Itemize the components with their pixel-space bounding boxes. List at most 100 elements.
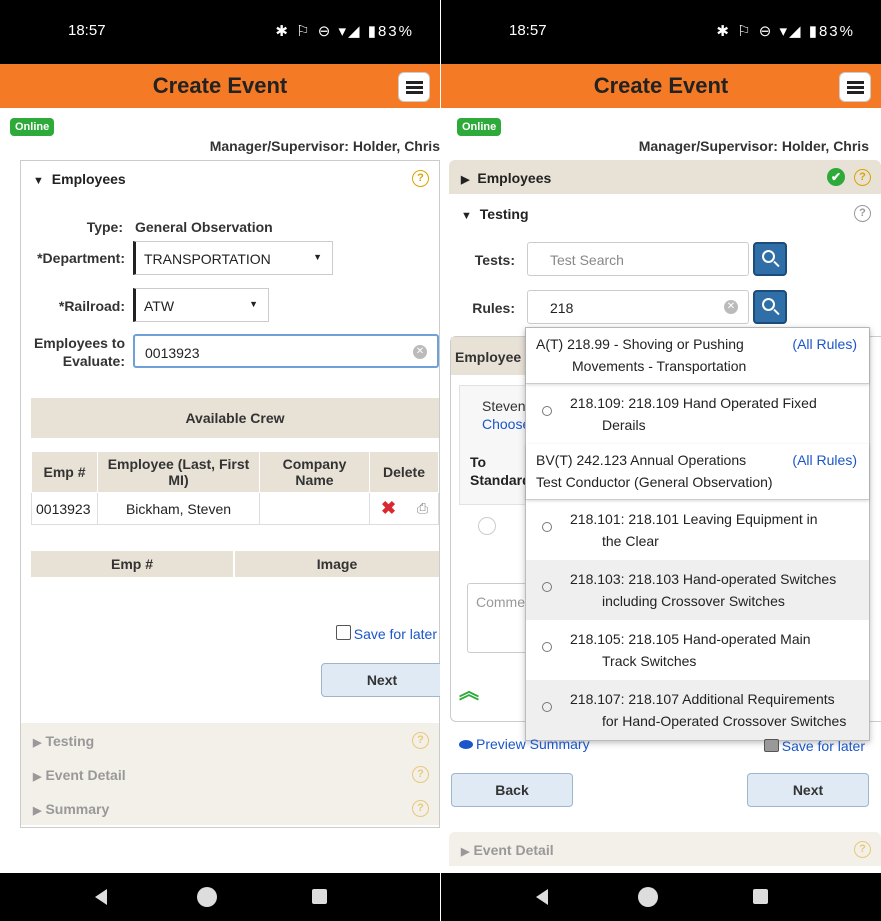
rule-subtitle: for Hand-Operated Crossover Switches xyxy=(602,713,847,729)
caret-down-icon: ▼ xyxy=(313,252,322,262)
department-select[interactable]: TRANSPORTATION ▼ xyxy=(133,241,333,275)
railroad-select[interactable]: ATW ▼ xyxy=(133,288,269,322)
tests-search-input[interactable]: Test Search xyxy=(527,242,749,276)
col-employee: Employee (Last, First MI) xyxy=(97,451,260,493)
section-title: Employees xyxy=(51,171,126,187)
employees-evaluate-input[interactable]: 0013923 ✕ xyxy=(133,334,439,368)
rules-dropdown: A(T) 218.99 - Shoving or Pushing (All Ru… xyxy=(525,327,870,741)
recents-nav-icon[interactable] xyxy=(753,889,768,904)
rule-group-header[interactable]: A(T) 218.99 - Shoving or Pushing (All Ru… xyxy=(526,328,869,384)
list-item[interactable]: 218.105: 218.105 Hand-operated Main Trac… xyxy=(526,620,869,680)
clear-icon[interactable]: ✕ xyxy=(413,345,427,359)
rule-subtitle: Track Switches xyxy=(602,653,697,669)
home-nav-icon[interactable] xyxy=(638,887,658,907)
employees-section-header[interactable]: ▼ Employees ? xyxy=(21,161,439,195)
rules-label: Rules: xyxy=(472,300,515,316)
eye-icon xyxy=(459,740,473,749)
status-icons: ✱ ⚐ ⊖ ▾◢ ▮83% xyxy=(275,23,414,40)
back-button[interactable]: Back xyxy=(451,773,573,807)
list-item[interactable]: 218.107: 218.107 Additional Requirements… xyxy=(526,680,869,740)
department-value: TRANSPORTATION xyxy=(144,251,271,267)
preview-summary-label: Preview Summary xyxy=(476,736,590,752)
collapsed-triangle-icon: ▶ xyxy=(33,737,42,749)
status-time: 18:57 xyxy=(509,22,547,39)
rule-title: 218.103: 218.103 Hand-operated Switches xyxy=(570,571,837,587)
section-title: Employees xyxy=(477,170,552,186)
left-screen: 18:57 ✱ ⚐ ⊖ ▾◢ ▮83% Create Event Online … xyxy=(0,0,440,921)
type-label: Type: xyxy=(86,219,123,235)
testing-section-header[interactable]: ▶ Testing ? xyxy=(21,723,439,757)
list-item[interactable]: 218.109: 218.109 Hand Operated Fixed Der… xyxy=(526,384,869,444)
collapsed-triangle-icon: ▶ xyxy=(461,174,470,186)
clear-icon[interactable]: ✕ xyxy=(724,300,738,314)
double-chevron-up-icon[interactable]: ︽ xyxy=(459,682,479,702)
all-rules-link[interactable]: (All Rules) xyxy=(792,336,857,352)
floppy-disk-icon xyxy=(335,625,351,640)
section-title: Event Detail xyxy=(473,842,554,858)
android-nav-bar xyxy=(441,873,881,921)
menu-icon[interactable] xyxy=(839,72,871,102)
help-icon[interactable]: ? xyxy=(412,800,429,817)
cell-company xyxy=(259,492,370,525)
rule-subtitle: Derails xyxy=(602,417,646,433)
tests-placeholder: Test Search xyxy=(550,252,624,268)
rule-group-subtitle: Movements - Transportation xyxy=(572,358,747,374)
back-nav-icon[interactable] xyxy=(536,889,548,905)
back-nav-icon[interactable] xyxy=(95,889,107,905)
help-icon[interactable]: ? xyxy=(412,170,429,187)
help-icon[interactable]: ? xyxy=(854,169,871,186)
cell-emp: 0013923 xyxy=(31,492,98,525)
summary-section-header[interactable]: ▶ Summary ? xyxy=(21,791,439,825)
collapsed-triangle-icon: ▶ xyxy=(33,771,42,783)
save-later-label: Save for later xyxy=(353,626,437,642)
department-label: *Department: xyxy=(37,250,125,266)
event-detail-section-header[interactable]: ▶ Event Detail ? xyxy=(449,832,881,866)
rule-group-title: A(T) 218.99 - Shoving or Pushing xyxy=(536,336,744,352)
help-icon[interactable]: ? xyxy=(854,205,871,222)
recents-nav-icon[interactable] xyxy=(312,889,327,904)
camera-icon[interactable]: ⎙ xyxy=(407,492,440,525)
status-icons: ✱ ⚐ ⊖ ▾◢ ▮83% xyxy=(716,23,855,40)
choose-link[interactable]: Choose xyxy=(482,416,530,432)
standard-label: Standard xyxy=(470,472,531,488)
testing-section-header[interactable]: ▼ Testing ? xyxy=(449,196,881,230)
online-badge: Online xyxy=(10,118,55,136)
collapsed-triangle-icon: ▶ xyxy=(461,846,470,858)
list-item[interactable]: 218.101: 218.101 Leaving Equipment in th… xyxy=(526,500,869,560)
event-detail-section-header[interactable]: ▶ Event Detail ? xyxy=(21,757,439,791)
help-icon[interactable]: ? xyxy=(412,766,429,783)
expanded-triangle-icon: ▼ xyxy=(33,175,44,187)
tests-search-button[interactable] xyxy=(753,242,787,276)
help-icon[interactable]: ? xyxy=(412,732,429,749)
home-nav-icon[interactable] xyxy=(197,887,217,907)
to-label: To xyxy=(470,454,487,470)
next-button[interactable]: Next xyxy=(747,773,869,807)
save-later-link[interactable]: Save for later xyxy=(335,625,437,644)
radio-icon xyxy=(542,642,552,652)
radio-icon xyxy=(542,702,552,712)
floppy-disk-icon xyxy=(763,739,779,752)
radio-icon xyxy=(542,582,552,592)
rule-group-header[interactable]: BV(T) 242.123 Annual Operations (All Rul… xyxy=(526,444,869,500)
employees-card: ▼ Employees ? Type: General Observation … xyxy=(20,160,440,828)
expanded-triangle-icon: ▼ xyxy=(461,210,472,222)
evaluate-value: 0013923 xyxy=(145,345,200,361)
rules-search-button[interactable] xyxy=(753,290,787,324)
rules-value: 218 xyxy=(550,300,574,316)
employees-section-header[interactable]: ▶ Employees ✔ ? xyxy=(449,160,881,194)
all-rules-link[interactable]: (All Rules) xyxy=(792,452,857,468)
list-item[interactable]: 218.103: 218.103 Hand-operated Switches … xyxy=(526,560,869,620)
menu-icon[interactable] xyxy=(398,72,430,102)
preview-summary-link[interactable]: Preview Summary xyxy=(459,736,590,754)
delete-icon[interactable]: ✖ xyxy=(369,492,408,525)
table-row: 0013923 Bickham, Steven ✖ ⎙ xyxy=(31,492,440,525)
next-button[interactable]: Next xyxy=(321,663,440,697)
evaluate-label-line2: Evaluate: xyxy=(62,353,125,369)
standard-radio[interactable] xyxy=(478,517,496,535)
rules-search-input[interactable]: 218 ✕ xyxy=(527,290,749,324)
help-icon[interactable]: ? xyxy=(854,841,871,858)
right-screen: 18:57 ✱ ⚐ ⊖ ▾◢ ▮83% Create Event Online … xyxy=(441,0,881,921)
save-later-link[interactable]: Save for later xyxy=(763,738,865,756)
page-title: Create Event xyxy=(593,73,729,98)
section-title: Testing xyxy=(45,733,95,749)
